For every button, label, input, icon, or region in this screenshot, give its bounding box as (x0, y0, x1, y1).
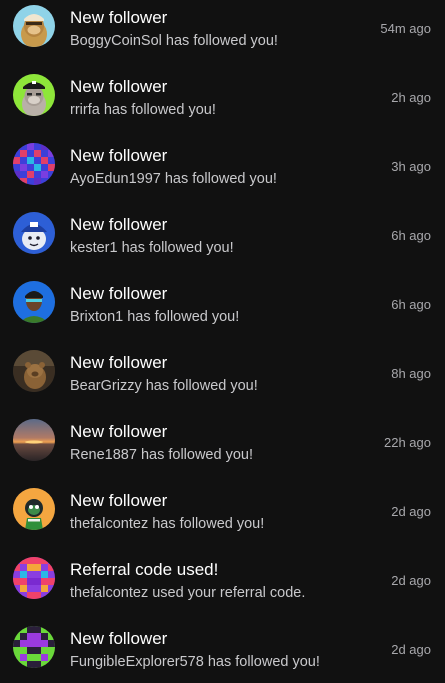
notification-row[interactable]: Referral code used! thefalcontez used yo… (0, 554, 445, 614)
notification-message: AyoEdun1997 has followed you! (70, 171, 277, 187)
notification-title: New follower (70, 284, 168, 303)
notification-title: New follower (70, 422, 168, 441)
notification-title: New follower (70, 8, 168, 27)
notification-message: FungibleExplorer578 has followed you! (70, 654, 320, 670)
notification-list: New follower BoggyCoinSol has followed y… (0, 0, 445, 679)
notification-time: 22h ago (384, 435, 431, 450)
notification-time: 54m ago (380, 21, 431, 36)
notification-title: New follower (70, 77, 168, 96)
notification-time: 6h ago (391, 228, 431, 243)
notification-message: thefalcontez used your referral code. (70, 585, 306, 601)
notification-message: BearGrizzy has followed you! (70, 378, 258, 394)
notification-title: New follower (70, 491, 168, 510)
notification-title: New follower (70, 629, 168, 648)
notification-title: Referral code used! (70, 560, 219, 579)
notification-message: thefalcontez has followed you! (70, 516, 265, 532)
notification-time: 3h ago (391, 159, 431, 174)
illustrated-person-icon[interactable] (13, 281, 55, 323)
notification-message: Rene1887 has followed you! (70, 447, 253, 463)
notification-time: 2d ago (391, 642, 431, 657)
notification-title: New follower (70, 146, 168, 165)
notification-title: New follower (70, 215, 168, 234)
notification-row[interactable]: New follower FungibleExplorer578 has fol… (0, 623, 445, 683)
notification-message: kester1 has followed you! (70, 240, 234, 256)
notification-message: Brixton1 has followed you! (70, 309, 240, 325)
notification-row[interactable]: New follower kester1 has followed you! 6… (0, 209, 445, 269)
cartoon-character-icon[interactable] (13, 212, 55, 254)
notification-time: 6h ago (391, 297, 431, 312)
notification-row[interactable]: New follower rrirfa has followed you! 2h… (0, 71, 445, 131)
notification-row[interactable]: New follower Rene1887 has followed you! … (0, 416, 445, 476)
notification-message: BoggyCoinSol has followed you! (70, 33, 278, 49)
pixel-pattern-icon[interactable] (13, 143, 55, 185)
notification-row[interactable]: New follower Brixton1 has followed you! … (0, 278, 445, 338)
notification-title: New follower (70, 353, 168, 372)
cartoon-bird-icon[interactable] (13, 488, 55, 530)
notification-message: rrirfa has followed you! (70, 102, 216, 118)
notification-time: 8h ago (391, 366, 431, 381)
notification-row[interactable]: New follower AyoEdun1997 has followed yo… (0, 140, 445, 200)
notification-row[interactable]: New follower BoggyCoinSol has followed y… (0, 2, 445, 62)
pixel-pattern-icon[interactable] (13, 557, 55, 599)
notification-time: 2d ago (391, 504, 431, 519)
notification-time: 2h ago (391, 90, 431, 105)
ape-avatar-icon[interactable] (13, 74, 55, 116)
sunset-photo-icon[interactable] (13, 419, 55, 461)
notification-time: 2d ago (391, 573, 431, 588)
ape-avatar-icon[interactable] (13, 5, 55, 47)
pixel-pattern-icon[interactable] (13, 626, 55, 668)
notification-row[interactable]: New follower BearGrizzy has followed you… (0, 347, 445, 407)
bear-photo-icon[interactable] (13, 350, 55, 392)
notification-row[interactable]: New follower thefalcontez has followed y… (0, 485, 445, 545)
